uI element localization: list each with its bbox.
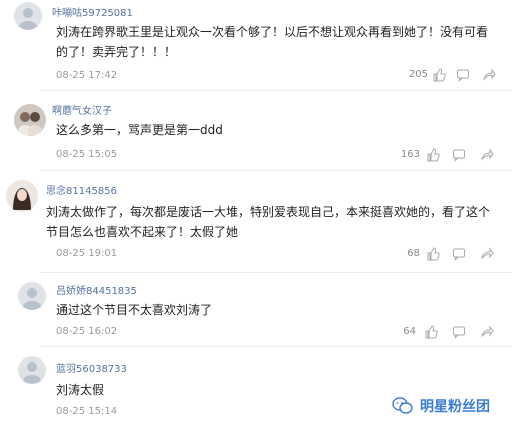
- like-count: 64: [403, 326, 416, 337]
- timestamp: 08-25 15:05: [56, 149, 118, 160]
- like-count: 68: [407, 248, 420, 259]
- watermark-text: 明星粉丝团: [420, 399, 490, 415]
- wechat-icon: [392, 397, 413, 414]
- avatar[interactable]: [14, 2, 42, 30]
- divider: [40, 170, 512, 171]
- divider: [40, 90, 512, 91]
- comment-item: 蓝羽56038733 刘涛太假 08-25 15:14: [0, 350, 512, 430]
- username[interactable]: 啊蘑气女汉子: [52, 102, 112, 117]
- like-icon[interactable]: [426, 148, 440, 162]
- comment-item: 吕娇娇84451835 通过这个节目不太喜欢刘涛了 08-25 16:02 64: [0, 276, 512, 342]
- comment-icon[interactable]: [452, 148, 466, 162]
- avatar-placeholder-icon: [23, 362, 41, 384]
- like-icon[interactable]: [426, 247, 440, 261]
- avatar[interactable]: [6, 180, 38, 212]
- avatar[interactable]: [14, 104, 46, 136]
- timestamp: 08-25 17:42: [56, 70, 118, 81]
- comment-item: 啊蘑气女汉子 这么多第一，骂声更是第一ddd 08-25 15:05 163: [0, 94, 512, 164]
- comment-item: 咔嘣咕59725081 刘涛在跨界歌王里是让观众一次看个够了！以后不想让观众再看…: [0, 0, 512, 88]
- username[interactable]: 思念81145856: [46, 182, 117, 197]
- comment-text: 这么多第一，骂声更是第一ddd: [56, 123, 223, 137]
- share-icon[interactable]: [480, 148, 494, 162]
- comment-text: 刘涛太假: [56, 383, 105, 397]
- like-count: 205: [408, 69, 428, 80]
- share-icon[interactable]: [480, 325, 494, 339]
- avatar-photo-icon: [18, 112, 42, 136]
- like-count: 163: [400, 149, 420, 160]
- avatar[interactable]: [18, 282, 46, 310]
- comment-item: 思念81145856 刘涛太做作了，每次都是废话一大堆，特别爱表现自己，本来挺喜…: [0, 174, 512, 266]
- comment-icon[interactable]: [456, 68, 470, 82]
- avatar-placeholder-icon: [19, 8, 37, 30]
- username[interactable]: 咔嘣咕59725081: [52, 4, 133, 19]
- like-icon[interactable]: [432, 68, 446, 82]
- username[interactable]: 蓝羽56038733: [56, 360, 127, 375]
- comment-icon[interactable]: [452, 247, 466, 261]
- comment-icon[interactable]: [452, 325, 466, 339]
- avatar-photo-icon: [13, 188, 31, 210]
- share-icon[interactable]: [480, 247, 494, 261]
- timestamp: 08-25 15:14: [56, 406, 118, 417]
- comment-text: 刘涛在跨界歌王里是让观众一次看个够了！以后不想让观众再看到她了！没有可看的了！卖…: [56, 25, 489, 59]
- avatar[interactable]: [18, 356, 46, 384]
- avatar-placeholder-icon: [23, 288, 41, 310]
- timestamp: 08-25 19:01: [56, 248, 118, 259]
- comment-text: 刘涛太做作了，每次都是废话一大堆，特别爱表现自己，本来挺喜欢她的，看了这个节目怎…: [46, 205, 491, 239]
- comment-text: 通过这个节目不太喜欢刘涛了: [56, 303, 213, 317]
- username[interactable]: 吕娇娇84451835: [56, 282, 137, 297]
- timestamp: 08-25 16:02: [56, 326, 118, 337]
- share-icon[interactable]: [482, 68, 496, 82]
- like-icon[interactable]: [424, 325, 438, 339]
- watermark: 明星粉丝团: [392, 396, 490, 416]
- divider: [40, 272, 512, 273]
- divider: [40, 346, 512, 347]
